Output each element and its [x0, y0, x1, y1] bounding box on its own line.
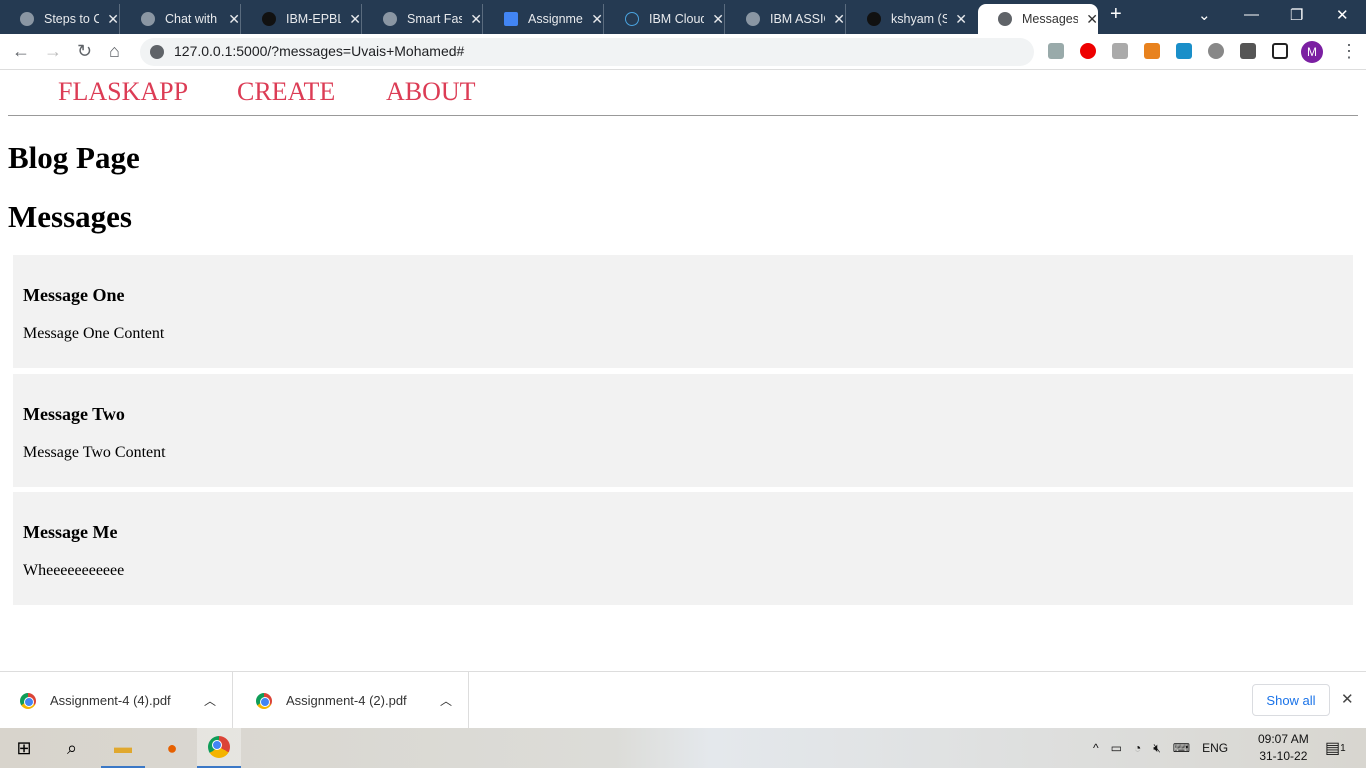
- globe-icon: [998, 12, 1012, 26]
- section-title: Messages: [8, 199, 132, 234]
- tab[interactable]: IBM Cloud ✕: [605, 4, 725, 34]
- message-content: Wheeeeeeeeeee: [23, 562, 125, 579]
- globe-icon: [383, 12, 397, 26]
- menu-icon[interactable]: ⋮: [1340, 41, 1358, 62]
- adblock-icon[interactable]: [1080, 43, 1096, 59]
- nav-about[interactable]: ABOUT: [386, 77, 476, 107]
- screenshot-icon[interactable]: [1176, 43, 1192, 59]
- tab[interactable]: Smart Fash✕: [363, 4, 483, 34]
- system-tray: ^ ▭ ◔ 🔇︎ ⌨ ENG: [1093, 728, 1228, 768]
- reload-icon[interactable]: ↻: [77, 41, 92, 62]
- file-explorer-icon[interactable]: ▬: [101, 728, 145, 768]
- github-icon: [262, 12, 276, 26]
- message-title: Message Two: [23, 404, 125, 424]
- firefox-icon[interactable]: ●: [150, 728, 194, 768]
- close-window-button[interactable]: ✕: [1336, 6, 1349, 24]
- metamask-icon[interactable]: [1144, 43, 1160, 59]
- message-card: Message One Message One Content: [13, 255, 1353, 368]
- message-card: Message Me Wheeeeeeeeeee: [13, 492, 1353, 605]
- close-tab-icon[interactable]: ✕: [591, 11, 603, 28]
- docs-icon: [504, 12, 518, 26]
- close-tab-icon[interactable]: ✕: [349, 11, 361, 28]
- keyboard-icon[interactable]: ⌨: [1173, 741, 1190, 755]
- nav-create[interactable]: CREATE: [237, 77, 335, 107]
- message-title: Message One: [23, 285, 125, 305]
- message-content: Message Two Content: [23, 444, 166, 461]
- message-title: Message Me: [23, 522, 118, 542]
- chrome-icon: [256, 692, 272, 709]
- windows-start-icon[interactable]: ⊞: [2, 728, 46, 768]
- github-icon: [867, 12, 881, 26]
- notifications-icon[interactable]: ▤ 1: [1325, 728, 1346, 768]
- search-icon[interactable]: ⌕: [50, 728, 94, 768]
- address-bar[interactable]: 127.0.0.1:5000/?messages=Uvais+Mohamed#: [140, 38, 1034, 66]
- message-content: Message One Content: [23, 325, 165, 342]
- close-tab-icon[interactable]: ✕: [1086, 11, 1098, 28]
- page-title: Blog Page: [8, 140, 140, 175]
- profile-avatar[interactable]: M: [1301, 41, 1323, 63]
- forward-icon[interactable]: →: [44, 41, 62, 62]
- new-tab-button[interactable]: +: [1110, 3, 1122, 26]
- close-tab-icon[interactable]: ✕: [470, 11, 482, 28]
- browser-toolbar: ← → ↻ ⌂ 127.0.0.1:5000/?messages=Uvais+M…: [0, 34, 1366, 70]
- globe-icon: [20, 12, 34, 26]
- puzzle-icon[interactable]: [1240, 43, 1256, 59]
- clock[interactable]: 09:07 AM 31-10-22: [1258, 728, 1309, 768]
- tab[interactable]: Chat with r ✕: [121, 4, 241, 34]
- chevron-up-icon[interactable]: ︿: [204, 692, 216, 709]
- chevron-up-icon[interactable]: ^: [1093, 741, 1099, 755]
- camera-icon[interactable]: [1112, 43, 1128, 59]
- restore-button[interactable]: ❐: [1290, 6, 1303, 24]
- tab-bar: Steps to Cr✕ Chat with r✕ IBM-EPBL/✕ Sma…: [0, 0, 1366, 34]
- page-content: FLASKAPP CREATE ABOUT Blog Page Messages…: [0, 71, 1366, 671]
- site-info-icon[interactable]: [150, 45, 164, 59]
- divider: [8, 115, 1358, 116]
- tab-search-icon[interactable]: ⌄: [1198, 6, 1211, 24]
- ibm-cloud-icon: [625, 12, 639, 26]
- language-indicator[interactable]: ENG: [1202, 741, 1228, 755]
- wifi-icon[interactable]: ◔: [1134, 741, 1141, 755]
- chrome-taskbar-icon[interactable]: [197, 728, 241, 768]
- show-all-button[interactable]: Show all: [1252, 684, 1330, 716]
- minimize-button[interactable]: —: [1244, 6, 1259, 23]
- extension-icon[interactable]: [1048, 43, 1064, 59]
- battery-icon[interactable]: ▭: [1111, 741, 1122, 755]
- chrome-icon: [20, 692, 36, 709]
- tab[interactable]: kshyam (Sh✕: [847, 4, 967, 34]
- nav-flaskapp[interactable]: FLASKAPP: [58, 77, 188, 107]
- close-tab-icon[interactable]: ✕: [228, 11, 240, 28]
- volume-muted-icon[interactable]: 🔇︎: [1153, 741, 1161, 756]
- close-download-bar-icon[interactable]: ✕: [1341, 690, 1354, 708]
- close-tab-icon[interactable]: ✕: [955, 11, 967, 28]
- side-panel-icon[interactable]: [1272, 43, 1288, 59]
- close-tab-icon[interactable]: ✕: [833, 11, 845, 28]
- close-tab-icon[interactable]: ✕: [107, 11, 119, 28]
- tab[interactable]: Assignmen✕: [484, 4, 604, 34]
- download-item[interactable]: Assignment-4 (4).pdf ︿: [0, 672, 233, 729]
- home-icon[interactable]: ⌂: [109, 41, 120, 62]
- back-icon[interactable]: ←: [12, 41, 30, 62]
- globe-icon: [141, 12, 155, 26]
- tab[interactable]: IBM ASSIG✕: [726, 4, 846, 34]
- chevron-up-icon[interactable]: ︿: [440, 692, 452, 709]
- download-item[interactable]: Assignment-4 (2).pdf ︿: [236, 672, 469, 729]
- tab-active[interactable]: Messages ✕: [978, 4, 1098, 34]
- bug-icon[interactable]: [1208, 43, 1224, 59]
- download-bar: Assignment-4 (4).pdf ︿ Assignment-4 (2).p…: [0, 671, 1366, 729]
- globe-icon: [746, 12, 760, 26]
- tab[interactable]: Steps to Cr✕: [0, 4, 120, 34]
- tab[interactable]: IBM-EPBL/✕: [242, 4, 362, 34]
- taskbar: ⊞ ⌕ ▬ ● ^ ▭ ◔ 🔇︎ ⌨ ENG 09:07 AM 31-10-22 …: [0, 728, 1366, 768]
- message-card: Message Two Message Two Content: [13, 374, 1353, 487]
- close-tab-icon[interactable]: ✕: [712, 11, 724, 28]
